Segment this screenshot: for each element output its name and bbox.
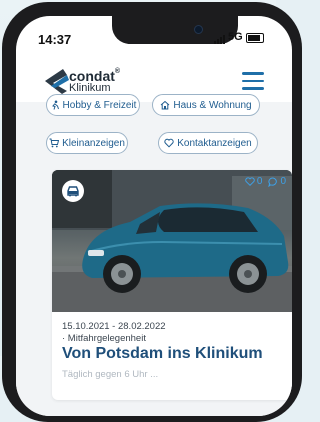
category-pill-house[interactable]: Haus & Wohnung [152, 94, 260, 116]
engagement-counts: 0 0 [245, 176, 286, 187]
battery-icon [246, 33, 264, 43]
hobby-icon [51, 100, 59, 110]
network-label: 5G [228, 31, 243, 43]
signal-icon [214, 35, 225, 44]
heart-icon [164, 138, 174, 148]
category-badge [62, 180, 84, 202]
comment-icon [268, 176, 278, 187]
category-pill-classifieds[interactable]: Kleinanzeigen [46, 132, 128, 154]
category-pill-label: Kontaktanzeigen [177, 137, 252, 149]
category-pill-contacts[interactable]: Kontaktanzeigen [158, 132, 258, 154]
category-pill-label: Hobby & Freizeit [62, 99, 137, 111]
listing-dates: 15.10.2021 - 28.02.2022 [62, 321, 166, 332]
comment-count[interactable]: 0 [268, 176, 286, 187]
listing-photo: 0 0 [52, 170, 292, 312]
logo-subtitle: Klinikum [69, 82, 111, 94]
like-count[interactable]: 0 [245, 176, 263, 187]
listing-excerpt: Täglich gegen 6 Uhr ... [62, 369, 159, 380]
phone-screen: 14:37 5G condat® Klinikum Hobby & Freize… [16, 16, 292, 416]
car-photo [52, 170, 292, 312]
category-pill-label: Kleinanzeigen [62, 137, 125, 149]
listing-card[interactable]: 0 0 15.10.2021 - 28.02.2022 · Mitfahrgel… [52, 170, 292, 400]
house-icon [161, 100, 170, 110]
listing-category: · Mitfahrgelegenheit [62, 333, 146, 344]
phone-frame: 14:37 5G condat® Klinikum Hobby & Freize… [2, 2, 302, 422]
category-pill-hobby[interactable]: Hobby & Freizeit [46, 94, 140, 116]
listing-title[interactable]: Von Potsdam ins Klinikum [62, 345, 263, 363]
comment-count-value: 0 [280, 176, 286, 187]
heart-outline-icon [245, 177, 255, 186]
logo-mark-icon [45, 69, 69, 94]
menu-icon[interactable] [242, 72, 264, 90]
listing-meta: 15.10.2021 - 28.02.2022 · Mitfahrgelegen… [62, 321, 166, 345]
like-count-value: 0 [256, 176, 263, 187]
camera-icon [194, 25, 203, 34]
logo[interactable]: condat® Klinikum [42, 66, 122, 96]
category-pill-label: Haus & Wohnung [173, 99, 252, 111]
car-icon [67, 186, 79, 197]
status-time: 14:37 [38, 32, 72, 47]
status-bar: 14:37 5G [16, 16, 292, 50]
cart-icon [49, 138, 60, 148]
